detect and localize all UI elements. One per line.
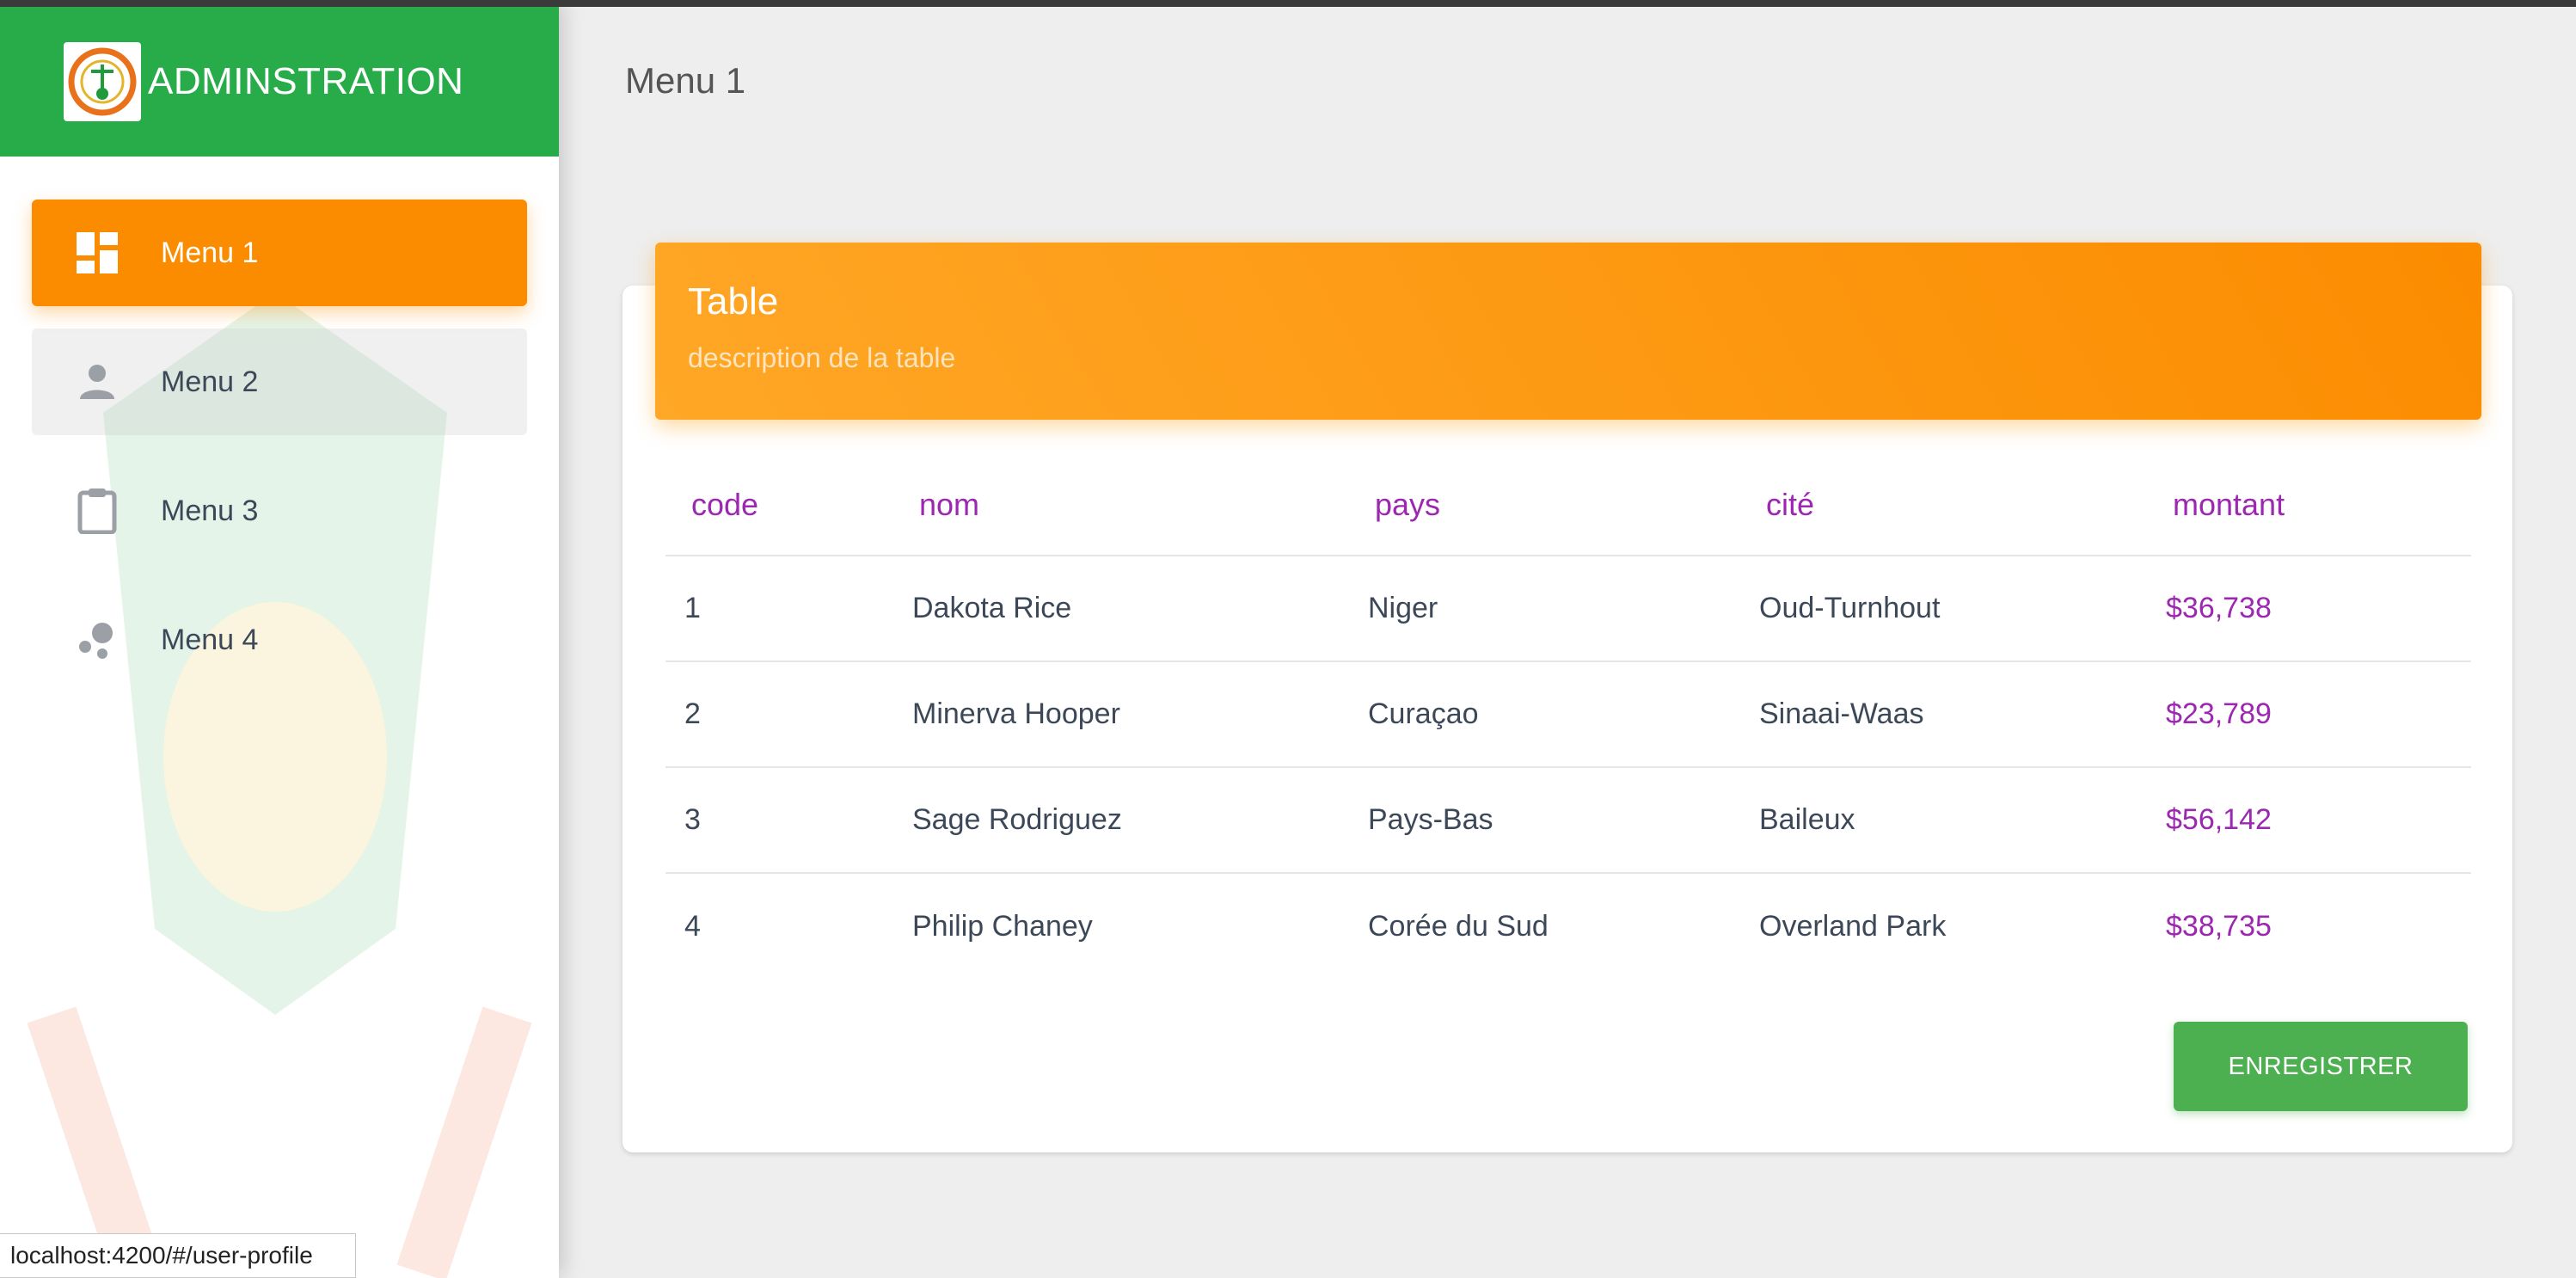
brand-title: ADMINSTRATION bbox=[148, 60, 464, 102]
page-title: Menu 1 bbox=[625, 60, 746, 101]
column-header-pays[interactable]: pays bbox=[1349, 454, 1740, 556]
cell-cite: Overland Park bbox=[1759, 909, 1947, 943]
sidebar-item-label: Menu 1 bbox=[161, 236, 259, 269]
card-title: Table bbox=[688, 280, 779, 323]
cell-code: 2 bbox=[665, 661, 893, 768]
cell-pays: Corée du Sud bbox=[1368, 909, 1549, 943]
sidebar-item-label: Menu 2 bbox=[161, 365, 259, 398]
cell-montant: $36,738 bbox=[2147, 556, 2471, 662]
sidebar-item-menu-4[interactable]: Menu 4 bbox=[32, 587, 527, 693]
sidebar-item-label: Menu 4 bbox=[161, 623, 259, 656]
column-header-montant[interactable]: montant bbox=[2147, 454, 2471, 556]
sidebar-item-menu-2[interactable]: Menu 2 bbox=[32, 329, 527, 435]
column-header-nom[interactable]: nom bbox=[893, 454, 1349, 556]
sidebar-item-menu-1[interactable]: Menu 1 bbox=[32, 200, 527, 306]
cell-cite: Baileux bbox=[1740, 767, 2147, 874]
cell-nom: Dakota Rice bbox=[893, 556, 1349, 662]
cell-cite: Oud-Turnhout bbox=[1740, 556, 2147, 662]
save-button[interactable]: ENREGISTRER bbox=[2174, 1022, 2468, 1111]
bubbles-icon bbox=[75, 617, 120, 662]
dashboard-icon bbox=[75, 230, 120, 275]
table-row[interactable]: 3 Sage Rodriguez Pays-Bas Baileux $56,14… bbox=[665, 767, 2471, 874]
cell-montant: $38,735 bbox=[2166, 909, 2272, 943]
cell-code: 3 bbox=[665, 767, 893, 874]
column-header-code[interactable]: code bbox=[665, 454, 893, 556]
clipboard-icon bbox=[75, 488, 120, 534]
emblem-icon bbox=[64, 42, 141, 121]
sidebar-item-label: Menu 3 bbox=[161, 494, 259, 527]
table-row[interactable]: 2 Minerva Hooper Curaçao Sinaai-Waas $23… bbox=[665, 661, 2471, 768]
cell-nom: Sage Rodriguez bbox=[893, 767, 1349, 874]
status-bar-url: localhost:4200/#/user-profile bbox=[0, 1233, 356, 1278]
card-header: Table description de la table bbox=[655, 243, 2481, 420]
data-table: code nom pays cité montant 1 Dakota Rice… bbox=[665, 454, 2471, 979]
cell-code: 1 bbox=[665, 556, 893, 662]
cell-montant: $23,789 bbox=[2147, 661, 2471, 768]
cell-montant: $56,142 bbox=[2147, 767, 2471, 874]
sidebar-nav: Menu 1 Menu 2 Menu 3 Menu 4 bbox=[32, 200, 527, 716]
person-icon bbox=[75, 359, 120, 404]
cell-nom: Minerva Hooper bbox=[893, 661, 1349, 768]
table-row[interactable]: 4 Philip Chaney Corée du Sud Overland Pa… bbox=[665, 873, 2471, 979]
brand-header[interactable]: ADMINSTRATION bbox=[0, 7, 559, 157]
cell-pays: Niger bbox=[1349, 556, 1740, 662]
cell-nom: Philip Chaney bbox=[912, 909, 1093, 943]
card-description: description de la table bbox=[688, 342, 956, 373]
cell-pays: Pays-Bas bbox=[1349, 767, 1740, 874]
window-top-border bbox=[0, 0, 2576, 7]
sidebar-item-menu-3[interactable]: Menu 3 bbox=[32, 458, 527, 564]
cell-code: 4 bbox=[684, 909, 701, 943]
table-header-row: code nom pays cité montant bbox=[665, 454, 2471, 556]
cell-pays: Curaçao bbox=[1349, 661, 1740, 768]
column-header-cite[interactable]: cité bbox=[1740, 454, 2147, 556]
cell-cite: Sinaai-Waas bbox=[1740, 661, 2147, 768]
sidebar: ADMINSTRATION Menu 1 Menu 2 Menu 3 Menu … bbox=[0, 0, 559, 1278]
table-row[interactable]: 1 Dakota Rice Niger Oud-Turnhout $36,738 bbox=[665, 556, 2471, 662]
